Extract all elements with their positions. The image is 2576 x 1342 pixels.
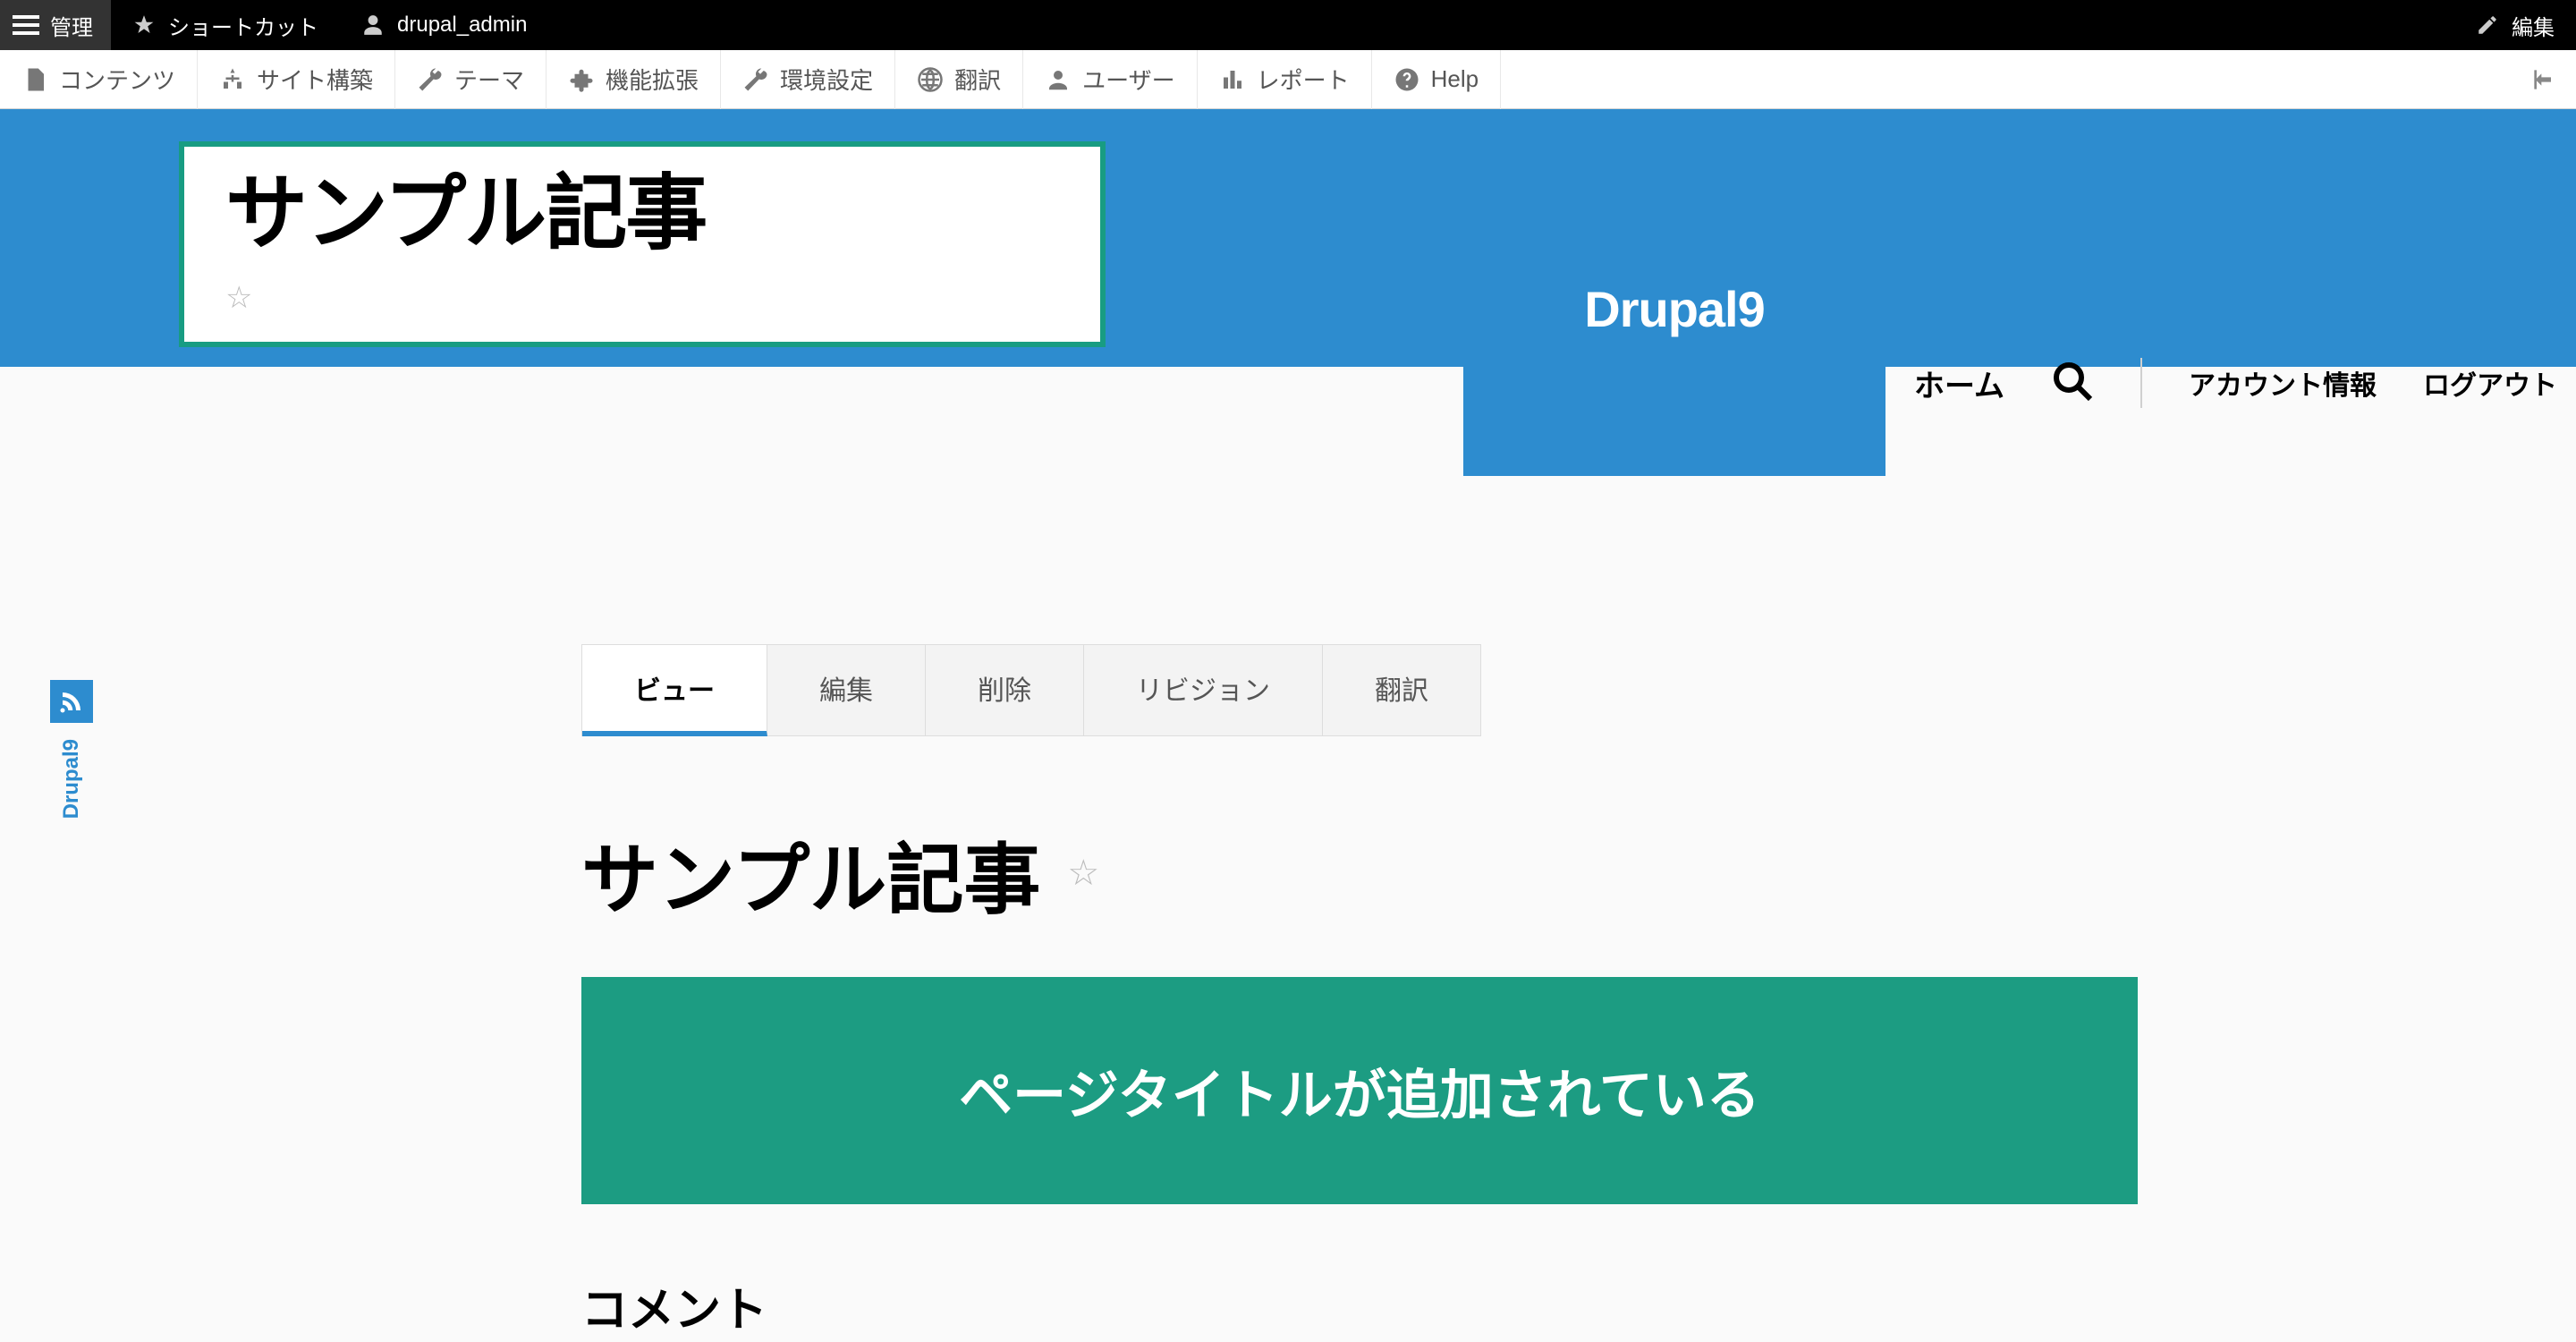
- puzzle-icon: [568, 66, 595, 93]
- admin-menu: コンテンツ サイト構築 テーマ 機能拡張 環境設定 翻訳 ユーザー レポート H…: [0, 50, 2576, 109]
- menu-help-label: Help: [1431, 65, 1479, 93]
- side-brand-tag[interactable]: Drupal9: [50, 680, 93, 819]
- structure-icon: [219, 66, 246, 93]
- collapse-icon: [2529, 65, 2558, 94]
- title-callout-box: サンプル記事 ☆: [179, 141, 1106, 347]
- tab-edit[interactable]: 編集: [767, 645, 926, 735]
- user-label: drupal_admin: [397, 13, 527, 38]
- menu-content[interactable]: コンテンツ: [0, 50, 198, 109]
- article-title: サンプル記事 ☆: [581, 817, 2429, 929]
- star-outline-icon[interactable]: ☆: [225, 280, 1059, 316]
- menu-help[interactable]: Help: [1372, 50, 1501, 109]
- tab-revisions[interactable]: リビジョン: [1084, 645, 1323, 735]
- menu-content-label: コンテンツ: [59, 63, 175, 96]
- user-link[interactable]: drupal_admin: [340, 0, 548, 50]
- nav-logout[interactable]: ログアウト: [2423, 363, 2557, 403]
- info-banner-text: ページタイトルが追加されている: [959, 1052, 1760, 1130]
- user-icon: [361, 13, 385, 37]
- menu-extend[interactable]: 機能拡張: [547, 50, 721, 109]
- menu-translate-label: 翻訳: [954, 63, 1001, 96]
- nav-divider: [2140, 358, 2142, 408]
- help-icon: [1394, 66, 1420, 93]
- menu-reports-label: レポート: [1257, 63, 1350, 96]
- tab-view[interactable]: ビュー: [582, 645, 767, 736]
- menu-reports[interactable]: レポート: [1198, 50, 1372, 109]
- wrench-icon: [417, 66, 444, 93]
- edit-link[interactable]: 編集: [2454, 0, 2576, 50]
- site-nav: ホーム アカウント情報 ログアウト: [1914, 358, 2557, 408]
- info-banner: ページタイトルが追加されている: [581, 977, 2138, 1204]
- nav-search[interactable]: [2051, 360, 2094, 407]
- nav-home[interactable]: ホーム: [1914, 361, 2004, 405]
- shortcuts-link[interactable]: ショートカット: [111, 0, 340, 50]
- brand-label: Drupal9: [1584, 280, 1765, 338]
- menu-structure-label: サイト構築: [257, 63, 373, 96]
- article-title-text: サンプル記事: [581, 817, 1040, 929]
- callout-title: サンプル記事: [225, 147, 1059, 266]
- globe-icon: [917, 66, 944, 93]
- menu-config-label: 環境設定: [780, 63, 873, 96]
- manage-toggle[interactable]: 管理: [0, 0, 111, 50]
- edit-label: 編集: [2512, 10, 2555, 41]
- menu-collapse[interactable]: [2512, 65, 2576, 94]
- admin-topbar: 管理 ショートカット drupal_admin 編集: [0, 0, 2576, 50]
- pencil-icon: [2476, 13, 2499, 37]
- menu-translate[interactable]: 翻訳: [895, 50, 1023, 109]
- tab-delete[interactable]: 削除: [926, 645, 1084, 735]
- chart-icon: [1219, 66, 1246, 93]
- menu-extend-label: 機能拡張: [606, 63, 699, 96]
- main-content: ビュー 編集 削除 リビジョン 翻訳 サンプル記事 ☆ ページタイトルが追加され…: [581, 644, 2429, 1339]
- hamburger-icon: [13, 15, 39, 35]
- shortcuts-label: ショートカット: [168, 10, 318, 41]
- tool-icon: [742, 66, 769, 93]
- menu-people[interactable]: ユーザー: [1023, 50, 1197, 109]
- tab-translate[interactable]: 翻訳: [1323, 645, 1480, 735]
- manage-label: 管理: [50, 10, 93, 41]
- menu-people-label: ユーザー: [1082, 63, 1174, 96]
- article-star-icon[interactable]: ☆: [1067, 853, 1099, 894]
- star-icon: [132, 13, 156, 37]
- menu-appearance-label: テーマ: [454, 63, 524, 96]
- menu-structure[interactable]: サイト構築: [198, 50, 395, 109]
- people-icon: [1045, 66, 1072, 93]
- rss-icon: [50, 680, 93, 723]
- side-brand-label: Drupal9: [59, 739, 84, 819]
- nav-account[interactable]: アカウント情報: [2189, 363, 2377, 403]
- search-icon: [2051, 360, 2094, 403]
- file-icon: [21, 66, 48, 93]
- comments-heading: コメント: [581, 1272, 2429, 1339]
- menu-appearance[interactable]: テーマ: [395, 50, 547, 109]
- menu-config[interactable]: 環境設定: [721, 50, 895, 109]
- content-tabs: ビュー 編集 削除 リビジョン 翻訳: [581, 644, 1481, 736]
- brand-block[interactable]: Drupal9: [1463, 141, 1885, 476]
